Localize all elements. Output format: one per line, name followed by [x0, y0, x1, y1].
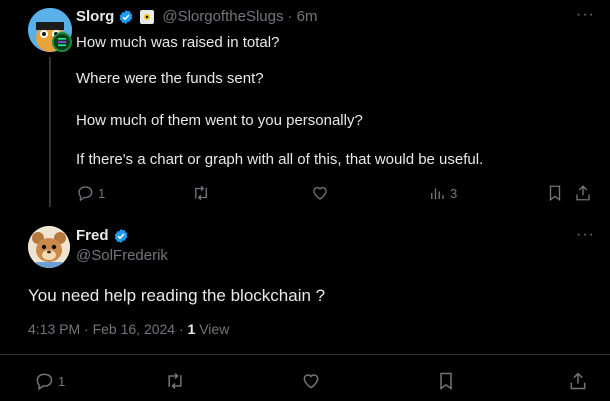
analytics-icon	[428, 184, 446, 202]
verified-icon	[118, 9, 134, 25]
thread-line	[49, 57, 51, 207]
main-like-button[interactable]	[301, 371, 321, 391]
main-share-button[interactable]	[568, 371, 588, 391]
fred-avatar[interactable]	[28, 226, 70, 268]
parent-author-name[interactable]: Slorg	[76, 8, 114, 25]
main-reply-count: 1	[58, 373, 66, 389]
parent-views-button[interactable]: 3	[428, 184, 457, 202]
solana-badge-icon	[52, 32, 72, 52]
parent-share-button[interactable]	[574, 184, 592, 202]
divider-top	[0, 354, 610, 355]
parent-bookmark-button[interactable]	[546, 184, 564, 202]
main-repost-button[interactable]	[164, 371, 186, 391]
main-handle[interactable]: @SolFrederik	[76, 247, 168, 264]
parent-reply-button[interactable]: 1	[76, 184, 105, 202]
fred-avatar-image	[28, 226, 70, 268]
verified-icon	[113, 228, 129, 244]
main-reply-button[interactable]: 1	[34, 371, 65, 391]
repost-icon	[164, 371, 186, 391]
main-more-options-icon[interactable]: ···	[576, 226, 595, 244]
main-views-label: View	[199, 321, 230, 337]
parent-time[interactable]: · 6m	[287, 8, 317, 25]
share-icon	[574, 184, 592, 202]
main-tweet-text: You need help reading the blockchain ?	[28, 286, 326, 305]
reply-icon	[76, 184, 94, 202]
parent-line-2: Where were the funds sent?	[76, 70, 264, 87]
share-icon	[568, 371, 588, 391]
reply-icon	[34, 371, 54, 391]
parent-reply-count: 1	[98, 185, 106, 201]
parent-line-4: If there's a chart or graph with all of …	[76, 151, 484, 168]
parent-repost-button[interactable]	[191, 184, 211, 202]
parent-line-3: How much of them went to you personally?	[76, 112, 363, 129]
main-views-number: 1	[187, 321, 196, 337]
repost-icon	[191, 184, 211, 202]
parent-more-options-icon[interactable]: ···	[576, 6, 595, 24]
bookmark-icon	[436, 371, 456, 391]
main-timestamp[interactable]: 4:13 PM · Feb 16, 2024 ·	[28, 321, 188, 337]
parent-handle[interactable]: @SlorgoftheSlugs	[162, 8, 283, 25]
parent-line-1: How much was raised in total?	[76, 34, 280, 51]
heart-icon	[311, 184, 329, 202]
parent-like-button[interactable]	[311, 184, 329, 202]
main-author-name[interactable]: Fred	[76, 227, 109, 244]
affiliate-badge-icon[interactable]	[140, 9, 155, 24]
bookmark-icon	[546, 184, 564, 202]
main-bookmark-button[interactable]	[436, 371, 456, 391]
heart-icon	[301, 371, 321, 391]
parent-views-count: 3	[450, 185, 458, 201]
